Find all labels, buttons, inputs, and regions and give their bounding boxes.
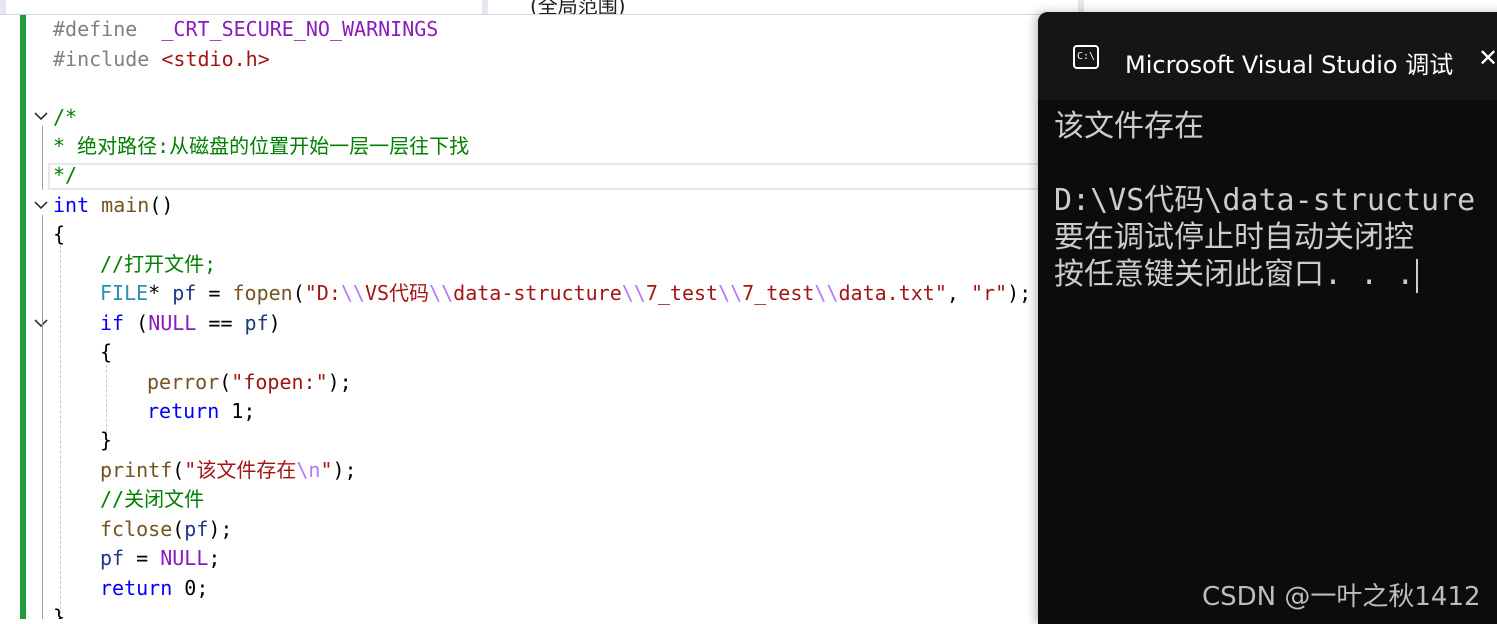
code-line-8: { <box>53 222 66 246</box>
console-output-line: D:\VS代码\data-structure <box>1054 183 1476 218</box>
chevron-down-icon <box>34 201 48 210</box>
text-cursor <box>1416 258 1419 293</box>
code-line-7: int main() <box>53 193 174 217</box>
watermark: CSDN @一叶之秋1412 <box>1202 582 1481 612</box>
fold-toggle-comment[interactable] <box>33 108 49 124</box>
current-line-highlight <box>48 163 1040 190</box>
fold-region-line <box>42 126 43 190</box>
change-indicator <box>20 15 26 100</box>
code-line-1: #define _CRT_SECURE_NO_WARNINGS <box>53 17 439 41</box>
code-line-4: /* <box>53 105 78 129</box>
code-line-12: { <box>100 340 113 364</box>
chevron-down-icon <box>34 112 48 121</box>
code-editor[interactable]: #define _CRT_SECURE_NO_WARNINGS #include… <box>0 15 1040 619</box>
code-line-20: return 0; <box>100 576 209 600</box>
chevron-down-icon <box>34 319 48 328</box>
console-title: Microsoft Visual Studio 调试 <box>1125 51 1454 79</box>
terminal-icon: C:\ <box>1073 45 1099 69</box>
fold-toggle-main[interactable] <box>33 197 49 213</box>
navigation-separator <box>482 0 488 14</box>
code-line-19: pf = NULL; <box>100 546 221 570</box>
indent-guide <box>60 245 61 619</box>
navigation-separator <box>0 0 6 14</box>
code-line-9: //打开文件; <box>100 252 217 276</box>
code-line-18: fclose(pf); <box>100 517 233 541</box>
code-line-6: */ <box>53 163 78 187</box>
code-line-14: return 1; <box>147 399 256 423</box>
code-line-10: FILE* pf = fopen("D:\\VS代码\\data-structu… <box>100 281 1032 305</box>
code-line-2: #include <stdio.h> <box>53 47 270 71</box>
close-icon[interactable]: ✕ <box>1478 44 1497 72</box>
fold-region-line <box>42 215 43 619</box>
console-output-line: 按任意键关闭此窗口. . . <box>1054 256 1419 293</box>
console-output-line: 要在调试停止时自动关闭控 <box>1054 220 1414 255</box>
code-line-16: printf("该文件存在\n"); <box>100 458 357 482</box>
code-line-17: //关闭文件 <box>100 487 205 511</box>
debug-console-window[interactable]: C:\ Microsoft Visual Studio 调试 ✕ 该文件存在 D… <box>1038 12 1497 624</box>
fold-toggle-if[interactable] <box>33 315 49 331</box>
console-output-line: 该文件存在 <box>1054 109 1204 144</box>
code-line-21: } <box>53 605 66 619</box>
code-line-13: perror("fopen:"); <box>147 370 352 394</box>
code-line-5: * 绝对路径:从磁盘的位置开始一层一层往下找 <box>53 134 470 158</box>
code-line-11: if (NULL == pf) <box>100 311 281 335</box>
console-title-bar[interactable]: C:\ Microsoft Visual Studio 调试 ✕ <box>1038 12 1497 100</box>
code-line-15: } <box>100 428 113 452</box>
change-indicator <box>20 100 26 619</box>
